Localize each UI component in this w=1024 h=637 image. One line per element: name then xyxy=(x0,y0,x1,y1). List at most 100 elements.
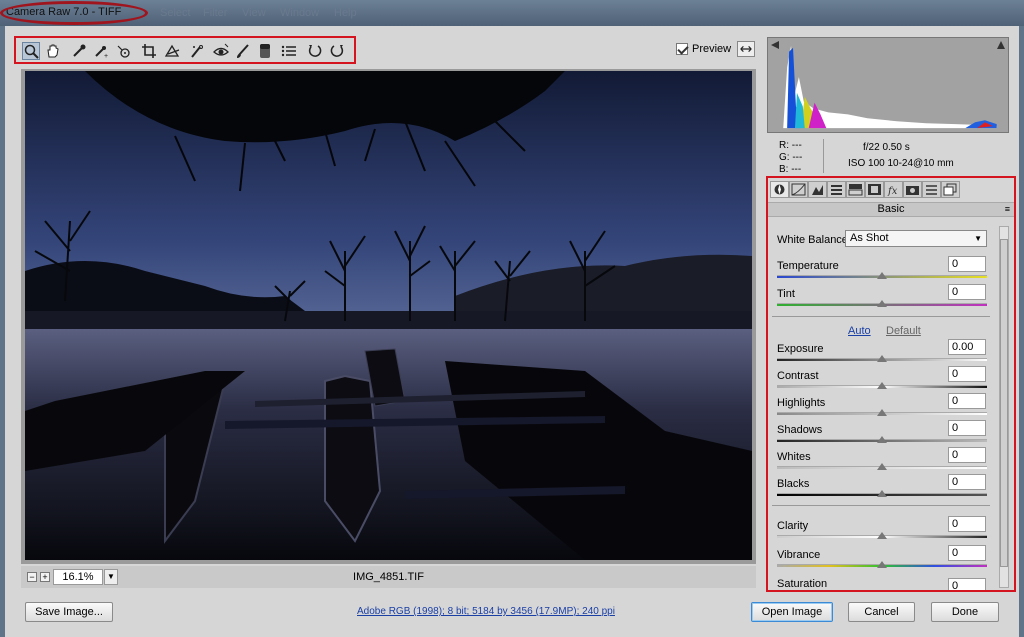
white-balance-select[interactable]: As Shot ▼ xyxy=(845,230,987,247)
exposure-label: Exposure xyxy=(777,343,824,355)
menu-ghost-filter: Filter xyxy=(203,7,228,19)
title-highlight-oval xyxy=(0,1,148,25)
menu-ghost-window: Window xyxy=(280,7,320,19)
readout-divider xyxy=(823,139,824,173)
white-balance-label: White Balance: xyxy=(777,234,851,246)
rotate-ccw-icon[interactable] xyxy=(306,42,324,60)
graduated-filter-icon[interactable] xyxy=(256,42,274,60)
vibrance-thumb[interactable] xyxy=(877,561,887,568)
image-preview-area xyxy=(21,69,756,564)
temperature-slider-row: Temperature 0 xyxy=(777,256,989,286)
contrast-field[interactable]: 0 xyxy=(948,366,986,382)
tab-basic-icon[interactable] xyxy=(770,181,789,198)
tab-detail-icon[interactable] xyxy=(808,181,827,198)
adjustments-panel: fx Basic ≡ White Balance: As Shot ▼ Temp… xyxy=(766,176,1016,592)
tab-hsl-icon[interactable] xyxy=(827,181,846,198)
exposure-field[interactable]: 0.00 xyxy=(948,339,986,355)
menu-ghost-help: Help xyxy=(334,7,357,19)
white-balance-value: As Shot xyxy=(850,232,889,244)
contrast-label: Contrast xyxy=(777,370,819,382)
svg-text:+: + xyxy=(104,53,108,60)
tint-field[interactable]: 0 xyxy=(948,284,986,300)
scrollbar-thumb[interactable] xyxy=(1000,239,1008,567)
histogram xyxy=(767,37,1009,133)
workflow-options-link[interactable]: Adobe RGB (1998); 8 bit; 5184 by 3456 (1… xyxy=(357,606,615,617)
clarity-slider-row: Clarity 0 xyxy=(777,516,989,546)
hand-tool-icon[interactable] xyxy=(44,42,62,60)
eyedropper-icon[interactable] xyxy=(70,42,88,60)
color-sampler-icon[interactable]: + xyxy=(92,42,110,60)
clarity-label: Clarity xyxy=(777,520,809,532)
whites-thumb[interactable] xyxy=(877,463,887,470)
contrast-thumb[interactable] xyxy=(877,382,887,389)
vibrance-label: Vibrance xyxy=(777,549,821,561)
clarity-thumb[interactable] xyxy=(877,532,887,539)
preview-toggle[interactable]: Preview xyxy=(676,43,731,55)
shadows-field[interactable]: 0 xyxy=(948,420,986,436)
menu-ghost-select: Select xyxy=(160,7,191,19)
clarity-field[interactable]: 0 xyxy=(948,516,986,532)
rotate-cw-icon[interactable] xyxy=(328,42,346,60)
temperature-field[interactable]: 0 xyxy=(948,256,986,272)
saturation-field[interactable]: 0 xyxy=(948,578,986,590)
save-image-button[interactable]: Save Image... xyxy=(25,602,113,622)
open-image-button[interactable]: Open Image xyxy=(751,602,833,622)
cancel-button[interactable]: Cancel xyxy=(848,602,915,622)
highlights-field[interactable]: 0 xyxy=(948,393,986,409)
tools-toolbar: + xyxy=(14,36,356,64)
fullscreen-icon[interactable] xyxy=(737,41,755,57)
readout-g: G: --- xyxy=(779,152,803,163)
highlight-clipping-warning-icon[interactable] xyxy=(996,40,1006,50)
iso-lens: ISO 100 10-24@10 mm xyxy=(848,158,954,169)
menu-ghost-view: View xyxy=(242,7,266,19)
tint-thumb[interactable] xyxy=(877,300,887,307)
preferences-list-icon[interactable] xyxy=(280,42,298,60)
done-button[interactable]: Done xyxy=(931,602,999,622)
tab-presets-icon[interactable] xyxy=(922,181,941,198)
shadow-clipping-warning-icon[interactable] xyxy=(770,40,780,50)
vibrance-slider-row: Vibrance 0 xyxy=(777,545,989,575)
adjustment-brush-icon[interactable] xyxy=(234,42,252,60)
title-bar: Camera Raw 7.0 - TIFF Select Filter View… xyxy=(0,0,1024,26)
targeted-adjustment-icon[interactable] xyxy=(115,42,133,60)
saturation-slider-row: Saturation 0 xyxy=(777,578,989,590)
highlights-label: Highlights xyxy=(777,397,826,409)
highlights-thumb[interactable] xyxy=(877,409,887,416)
blacks-field[interactable]: 0 xyxy=(948,474,986,490)
tab-camera-calibration-icon[interactable] xyxy=(903,181,922,198)
aperture-shutter: f/22 0.50 s xyxy=(863,142,910,153)
tab-split-toning-icon[interactable] xyxy=(846,181,865,198)
zoom-tool-icon[interactable] xyxy=(22,42,40,60)
tint-label: Tint xyxy=(777,288,795,300)
preview-checkbox[interactable] xyxy=(676,43,688,55)
temperature-thumb[interactable] xyxy=(877,272,887,279)
panel-header: Basic ≡ xyxy=(768,202,1014,217)
photo-preview[interactable] xyxy=(25,71,752,560)
file-name: IMG_4851.TIF xyxy=(353,571,424,583)
tab-effects-icon[interactable]: fx xyxy=(884,181,903,198)
panel-title: Basic xyxy=(877,203,905,215)
tint-slider-row: Tint 0 xyxy=(777,284,989,314)
tab-snapshots-icon[interactable] xyxy=(941,181,960,198)
vibrance-field[interactable]: 0 xyxy=(948,545,986,561)
panel-menu-icon[interactable]: ≡ xyxy=(1005,203,1010,216)
tab-lens-corrections-icon[interactable] xyxy=(865,181,884,198)
chevron-down-icon: ▼ xyxy=(974,234,982,243)
separator xyxy=(772,505,990,506)
default-link[interactable]: Default xyxy=(886,325,921,337)
exposure-thumb[interactable] xyxy=(877,355,887,362)
temperature-label: Temperature xyxy=(777,260,839,272)
readout-r: R: --- xyxy=(779,140,802,151)
tab-tone-curve-icon[interactable] xyxy=(789,181,808,198)
blacks-thumb[interactable] xyxy=(877,490,887,497)
straighten-icon[interactable] xyxy=(164,42,182,60)
blacks-label: Blacks xyxy=(777,478,810,490)
auto-link[interactable]: Auto xyxy=(848,325,871,337)
crop-icon[interactable] xyxy=(140,42,158,60)
panel-scrollbar[interactable] xyxy=(999,226,1009,588)
whites-field[interactable]: 0 xyxy=(948,447,986,463)
readout-b: B: --- xyxy=(779,164,802,175)
shadows-thumb[interactable] xyxy=(877,436,887,443)
red-eye-icon[interactable] xyxy=(212,42,230,60)
spot-removal-icon[interactable] xyxy=(188,42,206,60)
